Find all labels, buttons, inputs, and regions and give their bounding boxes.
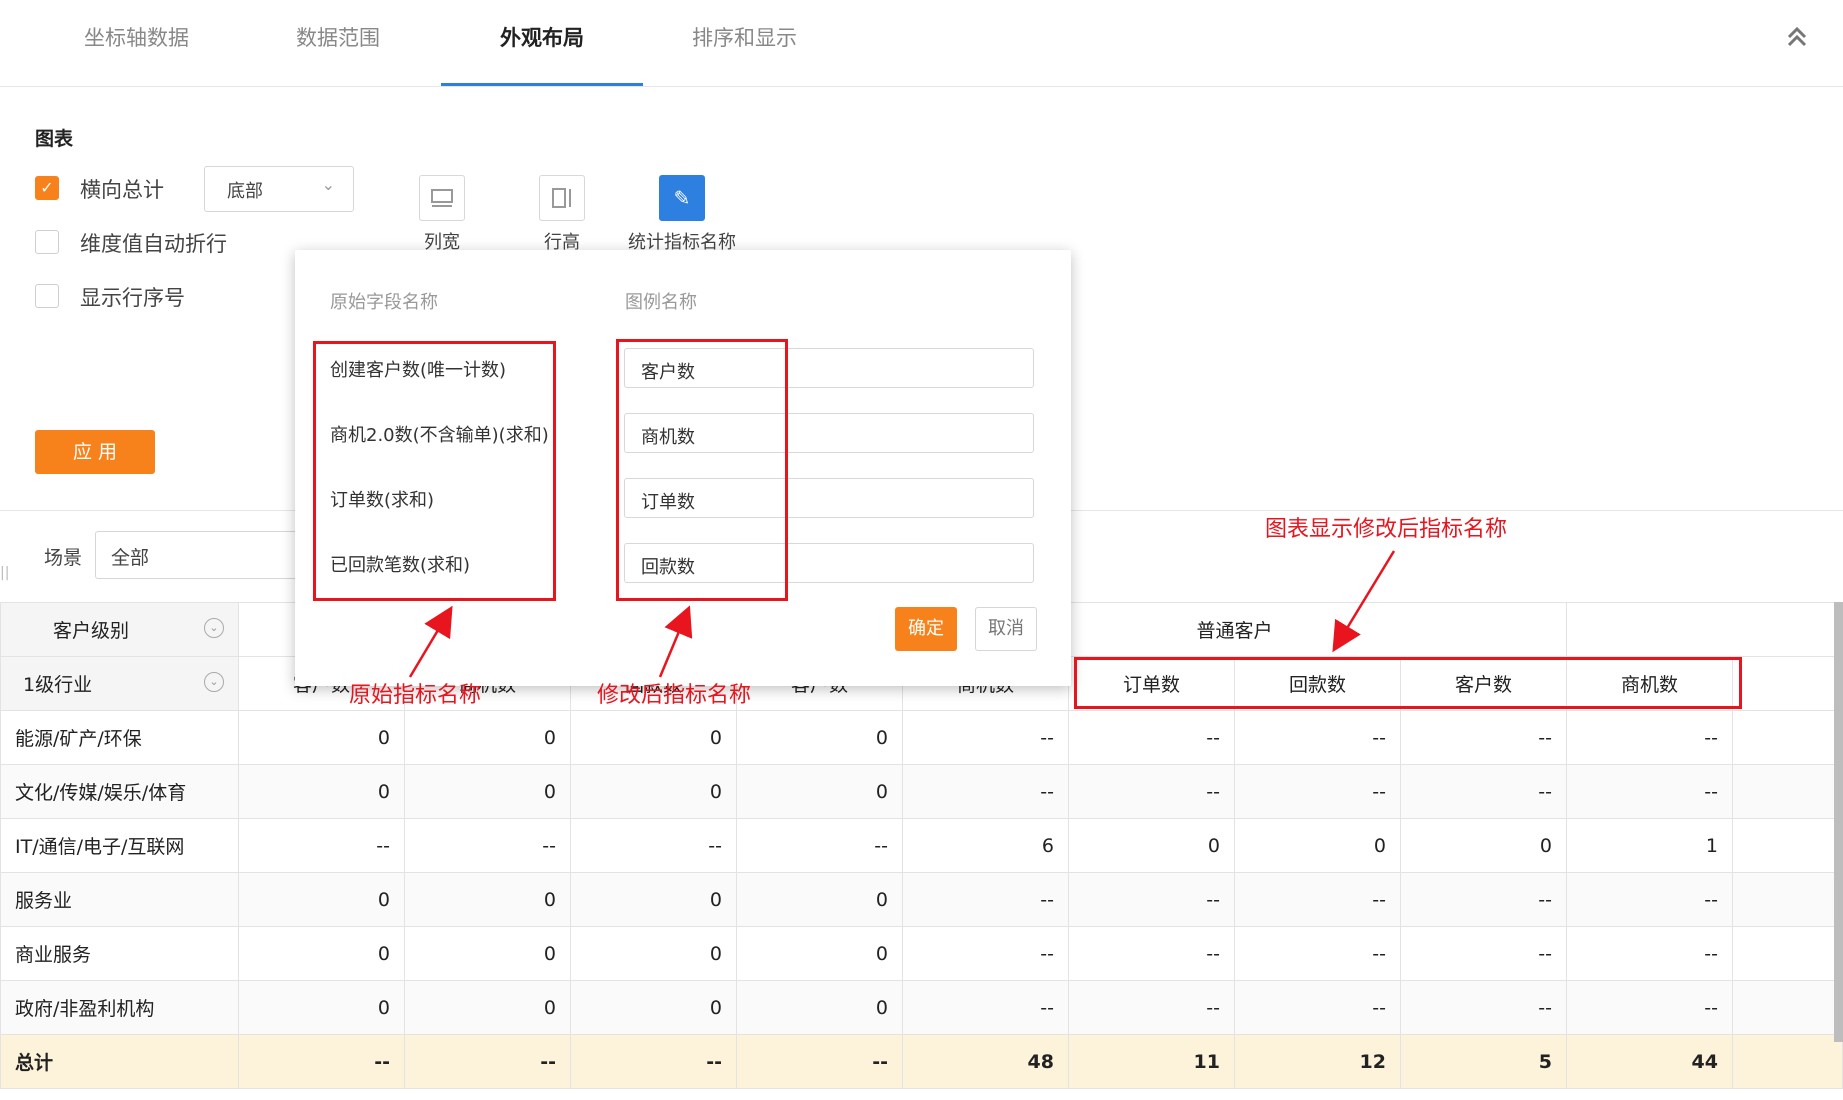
arrow-original xyxy=(408,605,453,678)
arrow-modified xyxy=(658,605,693,678)
arrow-chart-display xyxy=(1332,550,1396,653)
annotation-arrows xyxy=(408,550,1396,678)
